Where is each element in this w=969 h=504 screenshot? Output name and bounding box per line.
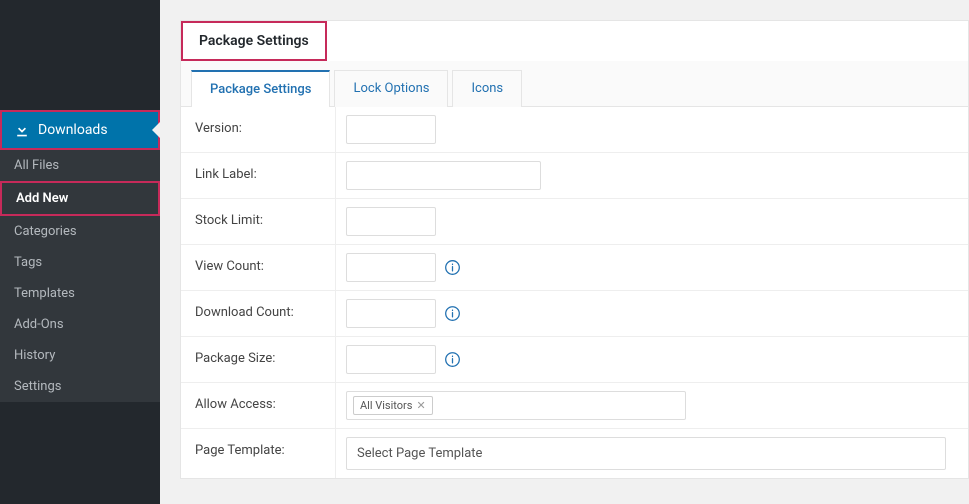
input-stock-limit[interactable]	[346, 207, 436, 236]
row-stock-limit: Stock Limit:	[181, 199, 968, 245]
sidebar-item-history[interactable]: History	[0, 340, 160, 371]
input-version[interactable]	[346, 115, 436, 144]
chip-all-visitors: All Visitors ✕	[353, 396, 433, 415]
select-page-template[interactable]: Select Page Template	[346, 437, 946, 470]
input-allow-access[interactable]: All Visitors ✕	[346, 391, 686, 420]
row-package-size: Package Size:	[181, 337, 968, 383]
input-link-label[interactable]	[346, 161, 541, 190]
info-icon[interactable]	[444, 351, 461, 368]
active-arrow-icon	[152, 122, 160, 138]
admin-sidebar: Downloads All Files Add New Categories T…	[0, 0, 160, 504]
sidebar-item-all-files[interactable]: All Files	[0, 150, 160, 181]
tab-lock-options[interactable]: Lock Options	[334, 70, 448, 107]
input-package-size[interactable]	[346, 345, 436, 374]
info-icon[interactable]	[444, 305, 461, 322]
label-page-template: Page Template:	[181, 429, 336, 478]
settings-form: Version: Link Label: Stock Limit: View C…	[180, 107, 969, 479]
label-download-count: Download Count:	[181, 291, 336, 336]
sidebar-item-tags[interactable]: Tags	[0, 247, 160, 278]
label-allow-access: Allow Access:	[181, 383, 336, 428]
chip-label: All Visitors	[360, 399, 412, 412]
row-page-template: Page Template: Select Page Template	[181, 429, 968, 478]
tab-icons[interactable]: Icons	[452, 70, 522, 107]
label-version: Version:	[181, 107, 336, 152]
input-download-count[interactable]	[346, 299, 436, 328]
input-view-count[interactable]	[346, 253, 436, 282]
remove-chip-icon[interactable]: ✕	[416, 399, 425, 412]
sidebar-item-templates[interactable]: Templates	[0, 278, 160, 309]
tab-package-settings[interactable]: Package Settings	[191, 70, 330, 107]
label-package-size: Package Size:	[181, 337, 336, 382]
sidebar-item-add-new[interactable]: Add New	[0, 181, 160, 216]
tabs-container: Package Settings Lock Options Icons	[180, 61, 969, 107]
sidebar-item-settings[interactable]: Settings	[0, 371, 160, 402]
download-icon	[14, 122, 30, 138]
main-content: Package Settings Package Settings Lock O…	[160, 0, 969, 504]
sidebar-item-categories[interactable]: Categories	[0, 216, 160, 247]
info-icon[interactable]	[444, 259, 461, 276]
label-view-count: View Count:	[181, 245, 336, 290]
sidebar-submenu: All Files Add New Categories Tags Templa…	[0, 150, 160, 402]
label-link-label: Link Label:	[181, 153, 336, 198]
row-view-count: View Count:	[181, 245, 968, 291]
row-allow-access: Allow Access: All Visitors ✕	[181, 383, 968, 429]
sidebar-item-downloads[interactable]: Downloads	[0, 110, 160, 150]
label-stock-limit: Stock Limit:	[181, 199, 336, 244]
sidebar-main-label: Downloads	[38, 122, 108, 138]
row-download-count: Download Count:	[181, 291, 968, 337]
sidebar-item-add-ons[interactable]: Add-Ons	[0, 309, 160, 340]
row-version: Version:	[181, 107, 968, 153]
row-link-label: Link Label:	[181, 153, 968, 199]
panel-header: Package Settings	[180, 20, 969, 61]
panel-title: Package Settings	[181, 21, 327, 61]
